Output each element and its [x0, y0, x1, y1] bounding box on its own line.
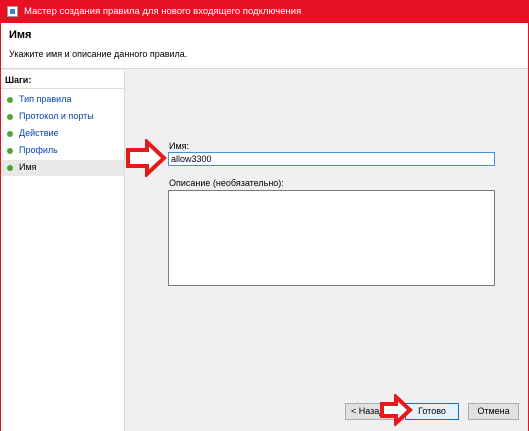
step-item-action[interactable]: Действие [1, 126, 124, 142]
name-label: Имя: [169, 141, 190, 151]
finish-button[interactable]: Готово [405, 403, 459, 420]
step-label: Тип правила [19, 94, 72, 104]
wizard-window-icon [7, 6, 18, 17]
green-dot-icon [7, 97, 13, 103]
window-title: Мастер создания правила для нового входя… [24, 6, 302, 17]
page-subtitle: Укажите имя и описание данного правила. [9, 49, 188, 59]
step-item-profile[interactable]: Профиль [1, 143, 124, 159]
step-label: Действие [19, 128, 59, 138]
steps-sidebar: Шаги: Тип правила Протокол и порты Дейст… [0, 70, 127, 431]
red-arrow-icon [380, 394, 413, 426]
red-arrow-icon [126, 139, 167, 177]
green-dot-icon [7, 148, 13, 154]
green-dot-icon [7, 165, 13, 171]
page-header: Имя Укажите имя и описание данного прави… [1, 23, 528, 69]
green-dot-icon [7, 114, 13, 120]
cancel-button[interactable]: Отмена [468, 403, 519, 420]
step-label: Имя [19, 162, 37, 172]
description-label: Описание (необязательно): [169, 178, 284, 188]
description-input[interactable] [168, 190, 495, 286]
step-label: Профиль [19, 145, 58, 155]
green-dot-icon [7, 131, 13, 137]
step-item-rule-type[interactable]: Тип правила [1, 92, 124, 108]
name-input[interactable] [168, 152, 495, 166]
steps-title: Шаги: [0, 75, 127, 89]
page-title: Имя [9, 29, 32, 41]
step-item-name[interactable]: Имя [1, 160, 124, 176]
title-bar[interactable]: Мастер создания правила для нового входя… [1, 1, 528, 23]
step-item-protocol-ports[interactable]: Протокол и порты [1, 109, 124, 125]
step-label: Протокол и порты [19, 111, 94, 121]
